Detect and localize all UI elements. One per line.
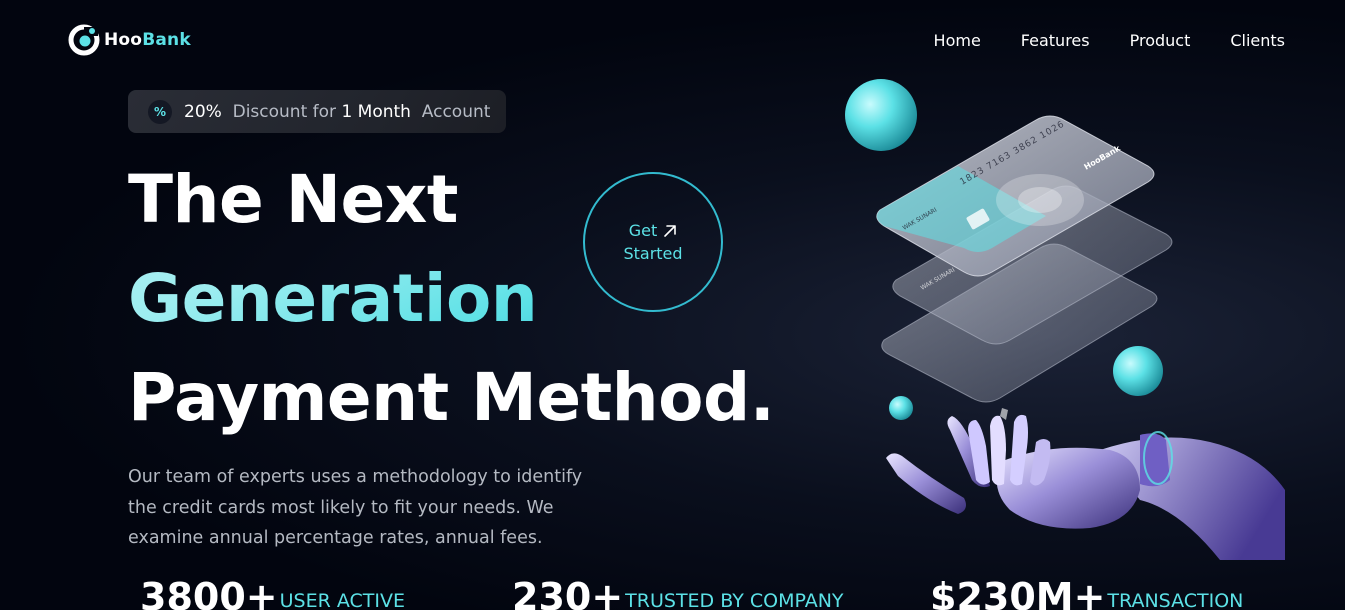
- hero-illustration: WAK SUNARI 1823 7163 3862 1026 HooBank W…: [840, 70, 1290, 560]
- discount-duration: 1 Month: [341, 101, 411, 122]
- nav-links: Home Features Product Clients: [934, 31, 1285, 50]
- get-started-line-1: Get: [628, 221, 658, 240]
- stat-label: USER ACTIVE: [279, 590, 405, 610]
- hoobank-logo-icon: [68, 24, 100, 56]
- navbar: HooBank Home Features Product Clients: [68, 22, 1285, 58]
- stat-value: 230+: [512, 575, 624, 610]
- discount-label: Discount for: [232, 101, 337, 122]
- discount-text: 20% Discount for 1 Month Account: [184, 102, 490, 122]
- get-started-row: Get: [629, 219, 678, 242]
- get-started-button[interactable]: Get Started: [583, 172, 723, 312]
- nav-link-home[interactable]: Home: [934, 31, 981, 50]
- stat-label: TRANSACTION: [1107, 590, 1244, 610]
- stat-value: 3800+: [140, 575, 278, 610]
- sphere-medium: [1113, 346, 1163, 396]
- nav-link-clients[interactable]: Clients: [1230, 31, 1285, 50]
- sphere-small: [889, 396, 913, 420]
- brand-name-part1: Hoo: [104, 30, 143, 50]
- arrow-up-right-icon: [664, 224, 677, 237]
- stat-users: 3800+ USER ACTIVE: [140, 572, 405, 610]
- brand-name-part2: Bank: [142, 30, 191, 50]
- brand-logo[interactable]: HooBank: [68, 24, 191, 56]
- stat-label: TRUSTED BY COMPANY: [625, 590, 844, 610]
- stat-value: $230M+: [930, 575, 1106, 610]
- discount-icon: %: [148, 99, 172, 124]
- hero-page: HooBank Home Features Product Clients % …: [0, 0, 1345, 610]
- nav-link-product[interactable]: Product: [1130, 31, 1191, 50]
- sphere-large: [845, 79, 917, 151]
- get-started-line-2: Started: [623, 244, 683, 263]
- stat-companies: 230+ TRUSTED BY COMPANY: [512, 572, 844, 610]
- discount-percent: 20%: [184, 101, 222, 122]
- hero-description: Our team of experts uses a methodology t…: [128, 467, 583, 548]
- robot-hand: [886, 408, 1285, 560]
- stat-transactions: $230M+ TRANSACTION: [930, 572, 1243, 610]
- stats-row: 3800+ USER ACTIVE 230+ TRUSTED BY COMPAN…: [140, 572, 1300, 610]
- headline-line-3: Payment Method.: [128, 359, 775, 436]
- brand-name: HooBank: [104, 30, 191, 50]
- discount-account: Account: [421, 101, 491, 122]
- nav-link-features[interactable]: Features: [1021, 31, 1090, 50]
- card-hand-illustration: WAK SUNARI 1823 7163 3862 1026 HooBank W…: [845, 79, 1285, 560]
- card-emboss-inner: [1018, 187, 1062, 213]
- discount-badge: % 20% Discount for 1 Month Account: [128, 90, 506, 133]
